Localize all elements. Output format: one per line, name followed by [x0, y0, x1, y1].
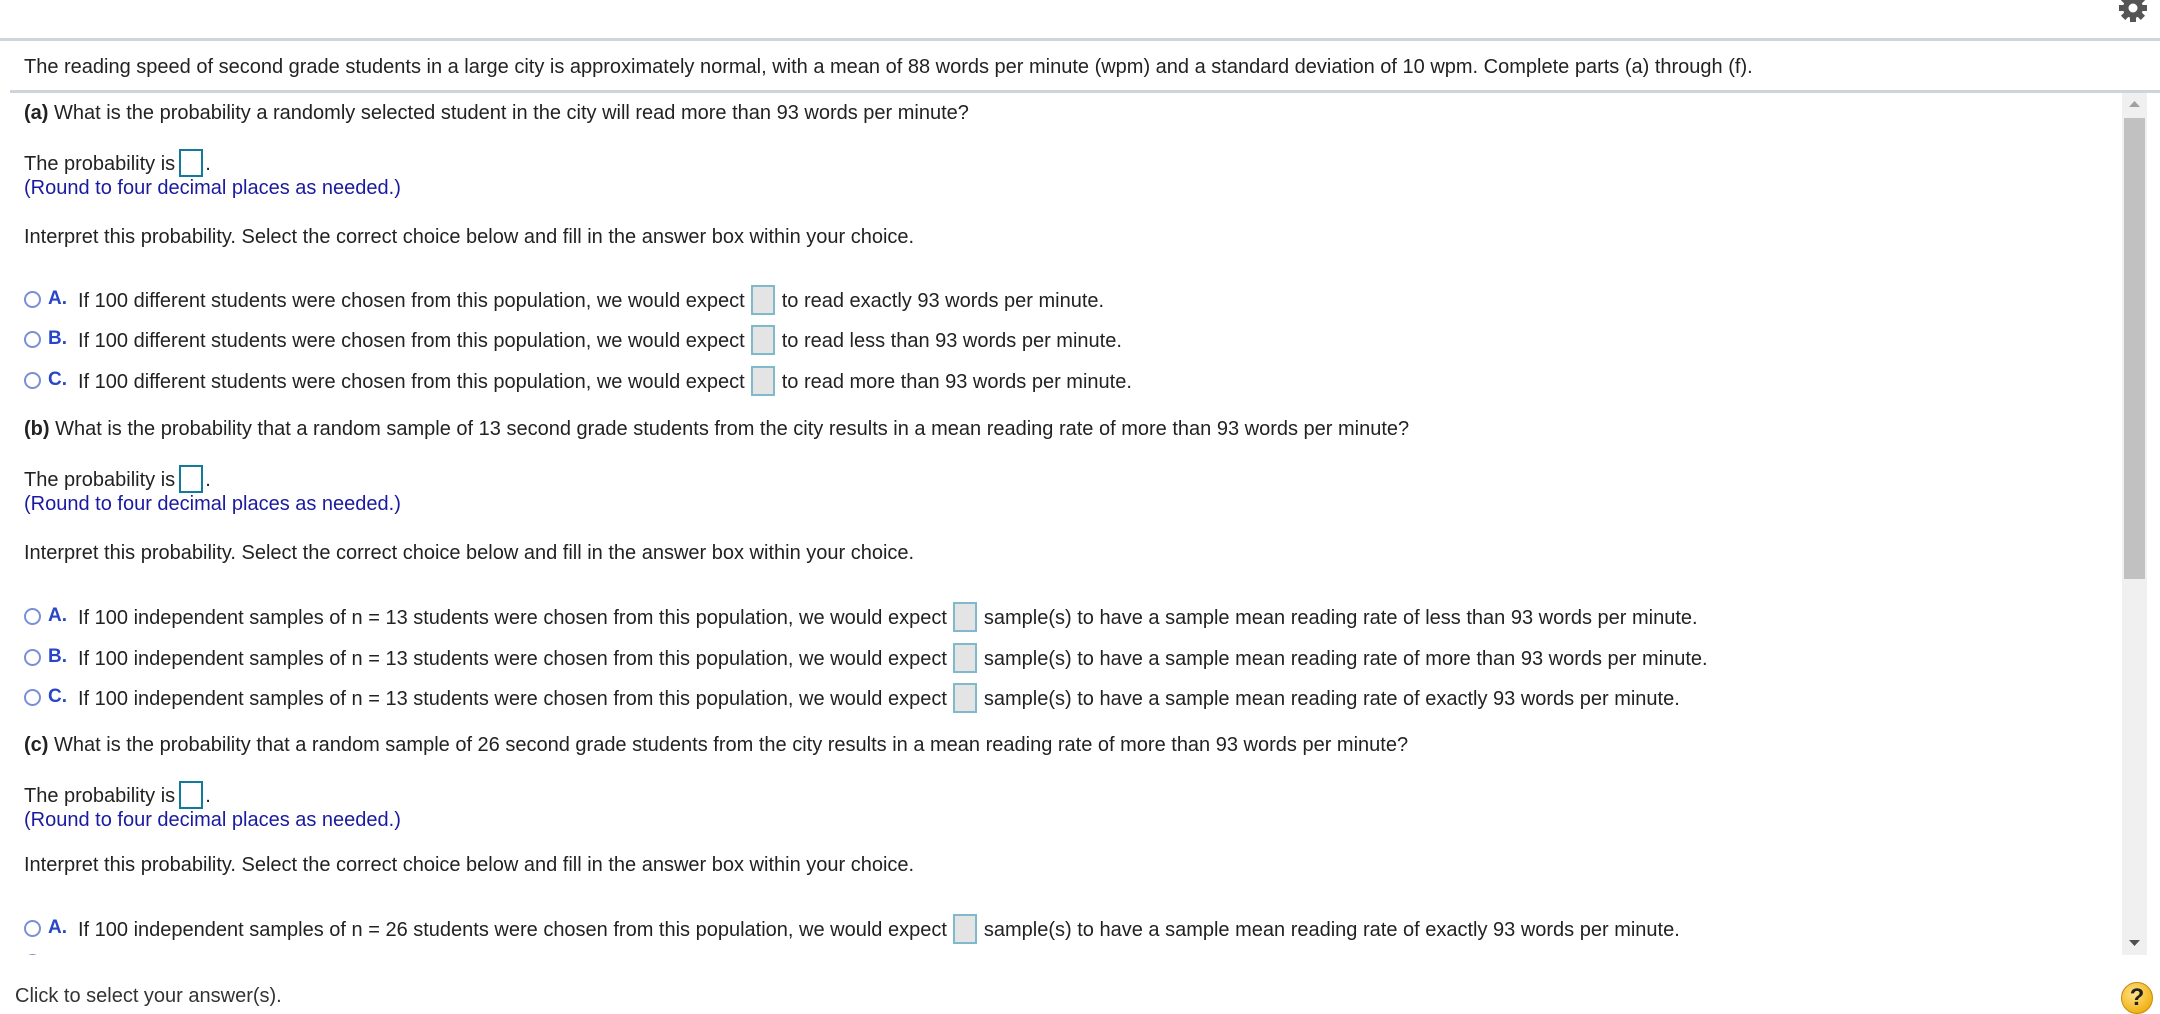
problem-statement: The reading speed of second grade studen… — [24, 56, 1753, 78]
part-b-round-hint: (Round to four decimal places as needed.… — [24, 493, 401, 515]
part-c-probability: The probability is. — [24, 781, 211, 809]
part-a-choice-a[interactable]: A. If 100 different students were chosen … — [24, 285, 1104, 315]
triangle-up-icon[interactable] — [2122, 93, 2147, 117]
radio-button[interactable] — [24, 954, 41, 955]
top-bar — [0, 0, 2160, 41]
part-c-interpret: Interpret this probability. Select the c… — [24, 854, 915, 876]
choice-answer-input[interactable] — [750, 285, 775, 315]
part-c-answer-input[interactable] — [179, 781, 204, 809]
part-c-round-hint: (Round to four decimal places as needed.… — [24, 809, 401, 831]
part-a-interpret: Interpret this probability. Select the c… — [24, 226, 915, 248]
radio-button[interactable] — [24, 331, 41, 348]
help-icon[interactable]: ? — [2121, 982, 2153, 1014]
radio-button[interactable] — [24, 920, 41, 937]
part-b-choice-c[interactable]: C. If 100 independent samples of n = 13 s… — [24, 683, 1680, 713]
part-a-question: (a) What is the probability a randomly s… — [24, 102, 969, 124]
part-a-probability: The probability is. — [24, 149, 211, 177]
part-a-choice-b[interactable]: B. If 100 different students were chosen … — [24, 325, 1122, 355]
radio-button[interactable] — [24, 649, 41, 666]
part-c-choice-a[interactable]: A. If 100 independent samples of n = 26 s… — [24, 914, 1680, 944]
choice-answer-input[interactable] — [952, 914, 977, 944]
choice-answer-input[interactable] — [952, 602, 977, 632]
scrollbar-thumb[interactable] — [2124, 118, 2145, 579]
radio-button[interactable] — [24, 372, 41, 389]
radio-button[interactable] — [24, 689, 41, 706]
part-b-interpret: Interpret this probability. Select the c… — [24, 542, 915, 564]
choice-answer-input[interactable] — [750, 366, 775, 396]
vertical-scrollbar[interactable] — [2122, 93, 2147, 955]
part-b-question: (b) What is the probability that a rando… — [24, 418, 1410, 440]
part-a-choice-c[interactable]: C. If 100 different students were chosen … — [24, 366, 1132, 396]
part-b-probability: The probability is. — [24, 465, 211, 493]
choice-answer-input[interactable] — [750, 325, 775, 355]
radio-button[interactable] — [24, 608, 41, 625]
part-b-choice-a[interactable]: A. If 100 independent samples of n = 13 s… — [24, 602, 1698, 632]
question-scroll-area: (a) What is the probability a randomly s… — [0, 93, 2120, 955]
radio-button[interactable] — [24, 291, 41, 308]
part-b-choice-b[interactable]: B. If 100 independent samples of n = 13 s… — [24, 643, 1708, 673]
gear-icon[interactable] — [2116, 0, 2150, 26]
choice-answer-input[interactable] — [952, 643, 977, 673]
part-c-question: (c) What is the probability that a rando… — [24, 734, 1409, 756]
triangle-down-icon[interactable] — [2122, 931, 2147, 955]
part-b-answer-input[interactable] — [179, 465, 204, 493]
part-a-round-hint: (Round to four decimal places as needed.… — [24, 177, 401, 199]
part-a-answer-input[interactable] — [179, 149, 204, 177]
part-c-choice-b-partial[interactable] — [24, 953, 48, 955]
choice-answer-input[interactable] — [952, 683, 977, 713]
status-text: Click to select your answer(s). — [15, 985, 282, 1007]
